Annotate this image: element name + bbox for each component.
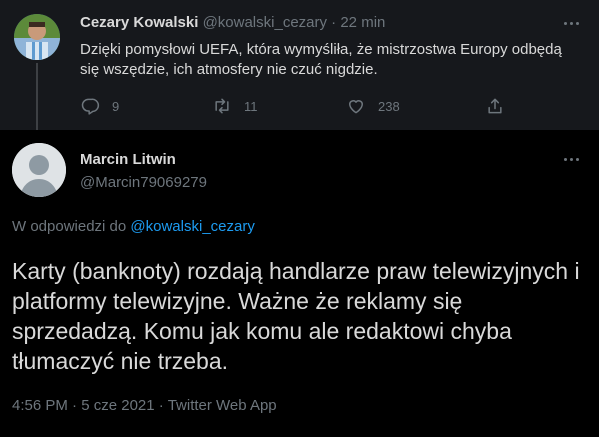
like-icon [349, 100, 363, 114]
author-handle[interactable]: @kowalski_cezary [203, 14, 327, 31]
reply-prefix: W odpowiedzi do [12, 218, 127, 235]
author-name[interactable]: Cezary Kowalski [80, 14, 198, 31]
main-tweet-text: Karty (banknoty) rozdają handlarze praw … [12, 258, 580, 374]
retweet-button[interactable]: 11 [212, 95, 258, 117]
avatar[interactable] [12, 143, 66, 197]
retweet-icon [215, 98, 229, 114]
more-icon[interactable] [560, 150, 582, 168]
reply-handle-link[interactable]: @kowalski_cezary [130, 218, 254, 235]
tweet-actions: 9 11 238 [80, 95, 510, 117]
reply-count: 9 [112, 98, 120, 114]
parent-tweet[interactable]: Cezary Kowalski @kowalski_cezary · 22 mi… [0, 0, 599, 130]
more-icon[interactable] [560, 14, 582, 32]
reply-context: W odpowiedzi do @kowalski_cezary [12, 218, 255, 235]
thread-line [36, 63, 38, 130]
separator: · [158, 397, 164, 414]
default-avatar-icon [12, 143, 66, 197]
share-icon [488, 98, 502, 114]
separator: · [331, 14, 337, 31]
tweet-time[interactable]: 22 min [340, 14, 385, 31]
reply-button[interactable]: 9 [80, 95, 119, 117]
author-name[interactable]: Marcin Litwin [80, 151, 176, 168]
avatar-image [14, 14, 60, 60]
parent-tweet-header: Cezary Kowalski @kowalski_cezary · 22 mi… [80, 14, 385, 31]
tweet-date[interactable]: 5 cze 2021 [81, 397, 154, 414]
separator: · [72, 397, 78, 414]
tweet-time[interactable]: 4:56 PM [12, 397, 68, 414]
retweet-count: 11 [244, 98, 258, 114]
reply-icon [81, 98, 100, 115]
tweet-source[interactable]: Twitter Web App [168, 397, 277, 414]
share-button[interactable] [485, 95, 517, 117]
avatar[interactable] [14, 14, 60, 60]
tweet-meta: 4:56 PM · 5 cze 2021 · Twitter Web App [12, 397, 277, 414]
author-handle[interactable]: @Marcin79069279 [80, 174, 207, 191]
like-count: 238 [378, 98, 400, 114]
parent-tweet-text: Dzięki pomysłowi UEFA, która wymyśliła, … [80, 41, 562, 78]
like-button[interactable]: 238 [346, 95, 400, 117]
